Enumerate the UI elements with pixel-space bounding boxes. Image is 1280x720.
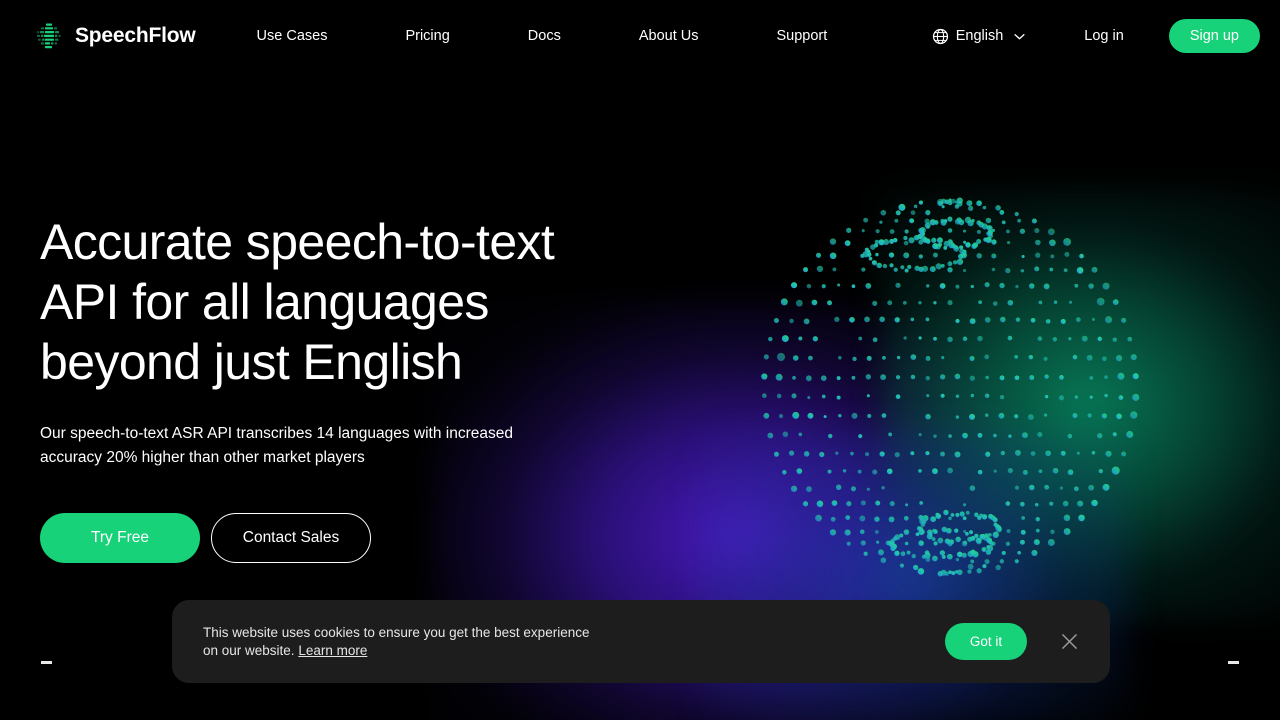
nav-item-about-us[interactable]: About Us: [629, 22, 709, 50]
cookie-banner: This website uses cookies to ensure you …: [172, 600, 1110, 683]
header-actions: English Log in Sign up: [930, 19, 1260, 53]
main-nav: Use Cases Pricing Docs About Us Support: [247, 22, 838, 50]
cookie-message: This website uses cookies to ensure you …: [203, 624, 589, 660]
site-header: SpeechFlow Use Cases Pricing Docs About …: [0, 0, 1280, 72]
brand-logo[interactable]: SpeechFlow: [34, 21, 196, 51]
nav-item-pricing[interactable]: Pricing: [395, 22, 459, 50]
cookie-message-text: This website uses cookies to ensure you …: [203, 624, 590, 658]
hero-subtitle: Our speech-to-text ASR API transcribes 1…: [40, 425, 513, 466]
language-selector[interactable]: English: [930, 24, 1028, 49]
accept-cookies-button[interactable]: Got it: [945, 623, 1027, 660]
brand-name: SpeechFlow: [75, 24, 196, 47]
prev-slide-dash[interactable]: [41, 661, 52, 664]
signup-button[interactable]: Sign up: [1168, 19, 1260, 53]
nav-item-support[interactable]: Support: [766, 22, 837, 50]
close-icon: [1061, 634, 1077, 649]
globe-icon: [932, 28, 948, 44]
language-label: English: [955, 28, 1004, 44]
next-slide-dash[interactable]: [1228, 661, 1239, 664]
chevron-down-icon: [1014, 33, 1025, 39]
page-root: SpeechFlow Use Cases Pricing Docs About …: [0, 0, 1280, 720]
page-title: Accurate speech-to-text API for all lang…: [40, 214, 555, 390]
contact-sales-button[interactable]: Contact Sales: [211, 513, 371, 563]
cookie-actions: Got it: [945, 623, 1086, 660]
pixel-waveform-logo-icon: [37, 23, 61, 49]
dotted-globe-illustration: [755, 192, 1145, 582]
hero-section: Accurate speech-to-text API for all lang…: [40, 212, 660, 563]
hero-cta-row: Try Free Contact Sales: [40, 513, 660, 563]
nav-item-docs[interactable]: Docs: [518, 22, 571, 50]
login-link[interactable]: Log in: [1084, 28, 1124, 44]
close-cookie-banner-button[interactable]: [1052, 625, 1086, 659]
learn-more-link[interactable]: Learn more: [298, 643, 367, 658]
nav-item-use-cases[interactable]: Use Cases: [247, 22, 338, 50]
try-free-button[interactable]: Try Free: [40, 513, 200, 563]
globe-dots-icon: [761, 197, 1140, 577]
